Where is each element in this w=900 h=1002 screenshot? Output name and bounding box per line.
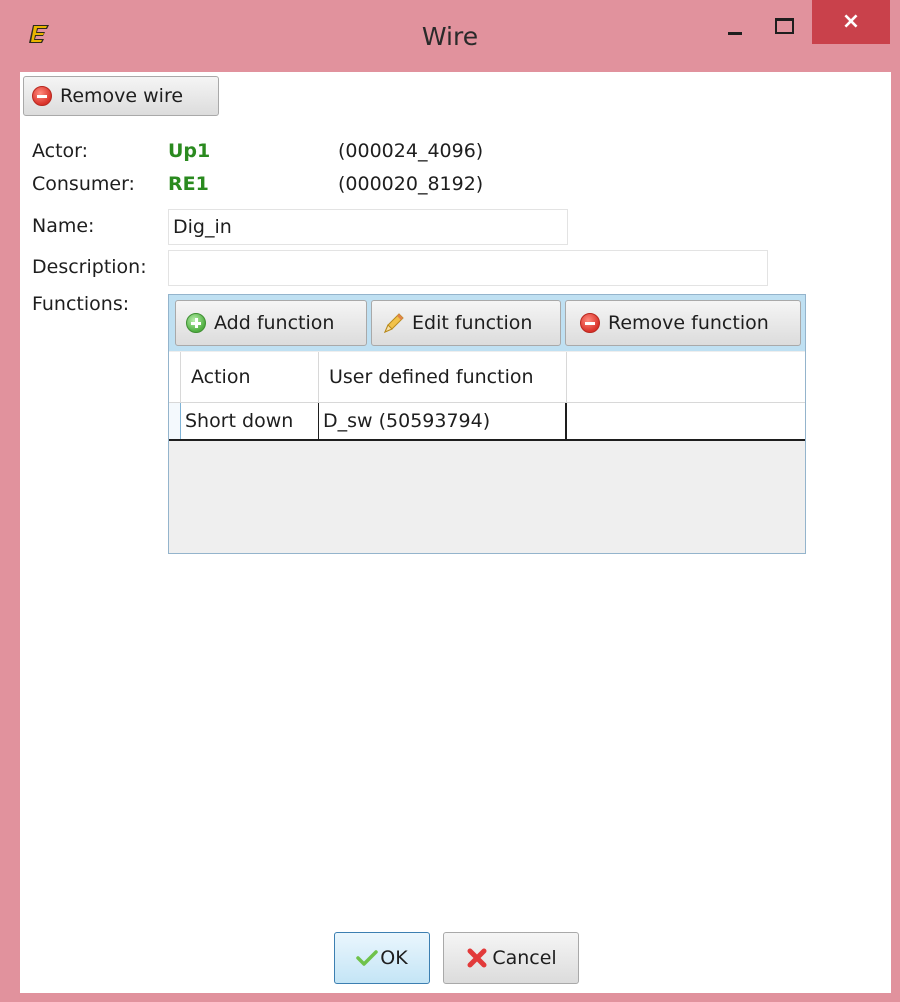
functions-toolbar: Add function Edit function Remove functi… (169, 295, 805, 351)
remove-function-label: Remove function (608, 312, 769, 334)
description-label: Description: (32, 256, 147, 278)
add-function-label: Add function (214, 312, 335, 334)
minimize-icon (728, 32, 742, 35)
minus-circle-icon (580, 313, 600, 333)
minimize-button[interactable] (712, 0, 760, 45)
edit-function-label: Edit function (412, 312, 533, 334)
plus-circle-icon (186, 313, 206, 333)
title-bar[interactable]: Wire × (0, 0, 900, 66)
close-button[interactable]: × (812, 0, 890, 44)
cancel-label: Cancel (492, 947, 557, 969)
description-input[interactable] (168, 250, 768, 286)
column-header-empty (567, 352, 805, 402)
maximize-button[interactable] (762, 0, 810, 45)
row-header-corner (169, 352, 181, 402)
actor-id: (000024_4096) (338, 140, 484, 162)
row-header-cell[interactable] (169, 403, 181, 439)
add-function-button[interactable]: Add function (175, 300, 367, 346)
pencil-icon (384, 313, 404, 333)
remove-function-button[interactable]: Remove function (565, 300, 801, 346)
consumer-label: Consumer: (32, 173, 135, 195)
functions-panel: Add function Edit function Remove functi… (168, 294, 806, 554)
edit-function-button[interactable]: Edit function (371, 300, 561, 346)
maximize-icon (775, 18, 794, 34)
cell-empty[interactable] (567, 403, 805, 439)
ok-label: OK (380, 947, 408, 969)
cell-user-defined-function[interactable]: D_sw (50593794) (319, 403, 567, 439)
consumer-id: (000020_8192) (338, 173, 484, 195)
functions-label: Functions: (32, 293, 130, 315)
ok-button[interactable]: OK (334, 932, 430, 984)
actor-value: Up1 (168, 140, 211, 162)
checkmark-icon (356, 950, 379, 966)
close-icon: × (841, 9, 861, 34)
column-header-user-defined-function[interactable]: User defined function (319, 352, 567, 402)
remove-wire-label: Remove wire (60, 85, 184, 107)
name-label: Name: (32, 215, 95, 237)
dialog-content: Remove wire Actor: Up1 (000024_4096) Con… (20, 72, 891, 993)
cell-action[interactable]: Short down (181, 403, 319, 439)
red-x-icon (467, 948, 487, 968)
consumer-value: RE1 (168, 173, 209, 195)
grid-empty-area (169, 441, 805, 553)
cancel-button[interactable]: Cancel (443, 932, 579, 984)
column-header-action[interactable]: Action (181, 352, 319, 402)
table-row[interactable]: Short down D_sw (50593794) (169, 403, 805, 441)
functions-grid-header: Action User defined function (169, 352, 805, 403)
actor-label: Actor: (32, 140, 89, 162)
minus-circle-icon (32, 86, 52, 106)
name-input[interactable] (168, 209, 568, 245)
wire-dialog-window: Wire × Remove wire Actor: Up1 (000024_40… (0, 0, 900, 1002)
remove-wire-button[interactable]: Remove wire (23, 76, 219, 116)
